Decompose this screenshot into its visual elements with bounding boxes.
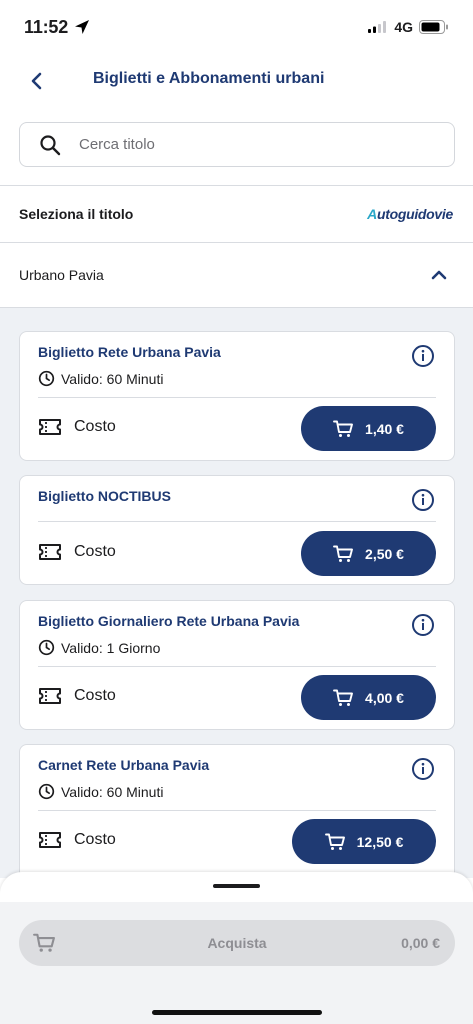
clock-icon bbox=[38, 639, 55, 656]
add-to-cart-button[interactable]: 1,40 € bbox=[301, 406, 436, 451]
ticket-icon bbox=[39, 419, 61, 435]
info-icon[interactable] bbox=[411, 344, 435, 368]
price-label: 4,00 € bbox=[365, 689, 404, 706]
ticket-title: Biglietto Rete Urbana Pavia bbox=[38, 344, 221, 360]
ticket-title: Biglietto Giornaliero Rete Urbana Pavia bbox=[38, 613, 300, 629]
chevron-up-icon bbox=[431, 270, 447, 280]
ticket-cost: Costo bbox=[38, 418, 116, 436]
clock-icon bbox=[38, 783, 55, 800]
ticket-card: Biglietto NOCTIBUS Costo 2,50 € bbox=[19, 475, 455, 585]
price-label: 2,50 € bbox=[365, 545, 404, 562]
cart-bar-area: Acquista 0,00 € bbox=[0, 902, 473, 1024]
cost-label: Costo bbox=[74, 687, 116, 704]
sheet-handle[interactable] bbox=[213, 884, 260, 888]
cost-label: Costo bbox=[74, 418, 116, 435]
validity-text: Valido: 1 Giorno bbox=[61, 639, 161, 656]
ticket-icon bbox=[39, 832, 61, 848]
location-arrow-icon bbox=[75, 20, 90, 34]
buy-label: Acquista bbox=[207, 935, 267, 951]
validity-text: Valido: 60 Minuti bbox=[61, 783, 164, 800]
cart-total: 0,00 € bbox=[401, 935, 440, 951]
search-icon bbox=[40, 134, 61, 155]
ticket-validity: Valido: 60 Minuti bbox=[38, 783, 163, 800]
add-to-cart-button[interactable]: 4,00 € bbox=[301, 675, 436, 720]
ticket-cost: Costo bbox=[38, 687, 116, 705]
cart-icon bbox=[333, 689, 353, 706]
ticket-icon bbox=[39, 688, 61, 704]
cart-icon bbox=[333, 545, 353, 562]
signal-icon bbox=[368, 21, 387, 33]
price-label: 12,50 € bbox=[356, 833, 404, 850]
accordion-label: Urbano Pavia bbox=[19, 267, 104, 283]
brand-logo: Autoguidovie bbox=[367, 206, 453, 222]
cart-icon bbox=[324, 833, 345, 850]
chevron-left-icon bbox=[31, 72, 42, 90]
status-indicators: 4G bbox=[368, 19, 449, 35]
info-icon[interactable] bbox=[411, 613, 435, 637]
battery-icon bbox=[419, 20, 448, 34]
info-icon[interactable] bbox=[411, 488, 435, 512]
cart-sheet: Acquista 0,00 € bbox=[0, 872, 473, 1024]
ticket-card: Biglietto Giornaliero Rete Urbana Pavia … bbox=[19, 600, 455, 730]
ticket-cost: Costo bbox=[38, 831, 116, 849]
ticket-validity: Valido: 1 Giorno bbox=[38, 639, 160, 656]
ticket-validity: Valido: 60 Minuti bbox=[38, 370, 163, 387]
card-divider bbox=[38, 666, 436, 667]
add-to-cart-button[interactable]: 2,50 € bbox=[301, 531, 436, 576]
nav-bar: Biglietti e Abbonamenti urbani bbox=[0, 58, 473, 106]
cart-icon bbox=[333, 420, 353, 437]
cost-label: Costo bbox=[74, 831, 116, 848]
ticket-title: Carnet Rete Urbana Pavia bbox=[38, 757, 210, 773]
network-label: 4G bbox=[394, 19, 413, 35]
ticket-title: Biglietto NOCTIBUS bbox=[38, 488, 171, 504]
clock-text: 11:52 bbox=[24, 16, 69, 37]
brand-name: utoguidovie bbox=[376, 206, 453, 222]
home-indicator bbox=[152, 1010, 322, 1015]
brand-initial: A bbox=[367, 206, 377, 222]
section-label: Seleziona il titolo bbox=[19, 206, 134, 222]
card-divider bbox=[38, 397, 436, 398]
ticket-card: Carnet Rete Urbana Pavia Valido: 60 Minu… bbox=[19, 744, 455, 884]
card-divider bbox=[38, 521, 436, 522]
add-to-cart-button[interactable]: 12,50 € bbox=[292, 819, 436, 864]
ticket-icon bbox=[39, 544, 61, 560]
page-title: Biglietti e Abbonamenti urbani bbox=[93, 70, 325, 87]
price-label: 1,40 € bbox=[365, 420, 404, 437]
back-button[interactable] bbox=[24, 68, 50, 94]
buy-button[interactable]: Acquista 0,00 € bbox=[19, 920, 455, 966]
status-bar: 11:52 4G bbox=[0, 0, 473, 58]
accordion-urbano-pavia[interactable]: Urbano Pavia bbox=[0, 243, 473, 307]
ticket-card: Biglietto Rete Urbana Pavia Valido: 60 M… bbox=[19, 331, 455, 461]
info-icon[interactable] bbox=[411, 757, 435, 781]
search-box[interactable] bbox=[19, 122, 455, 167]
section-header: Seleziona il titolo Autoguidovie bbox=[0, 186, 473, 242]
status-time: 11:52 bbox=[24, 17, 90, 38]
ticket-cost: Costo bbox=[38, 543, 116, 561]
validity-text: Valido: 60 Minuti bbox=[61, 370, 164, 387]
clock-icon bbox=[38, 370, 55, 387]
card-divider bbox=[38, 810, 436, 811]
cost-label: Costo bbox=[74, 543, 116, 560]
search-input[interactable] bbox=[79, 136, 419, 153]
